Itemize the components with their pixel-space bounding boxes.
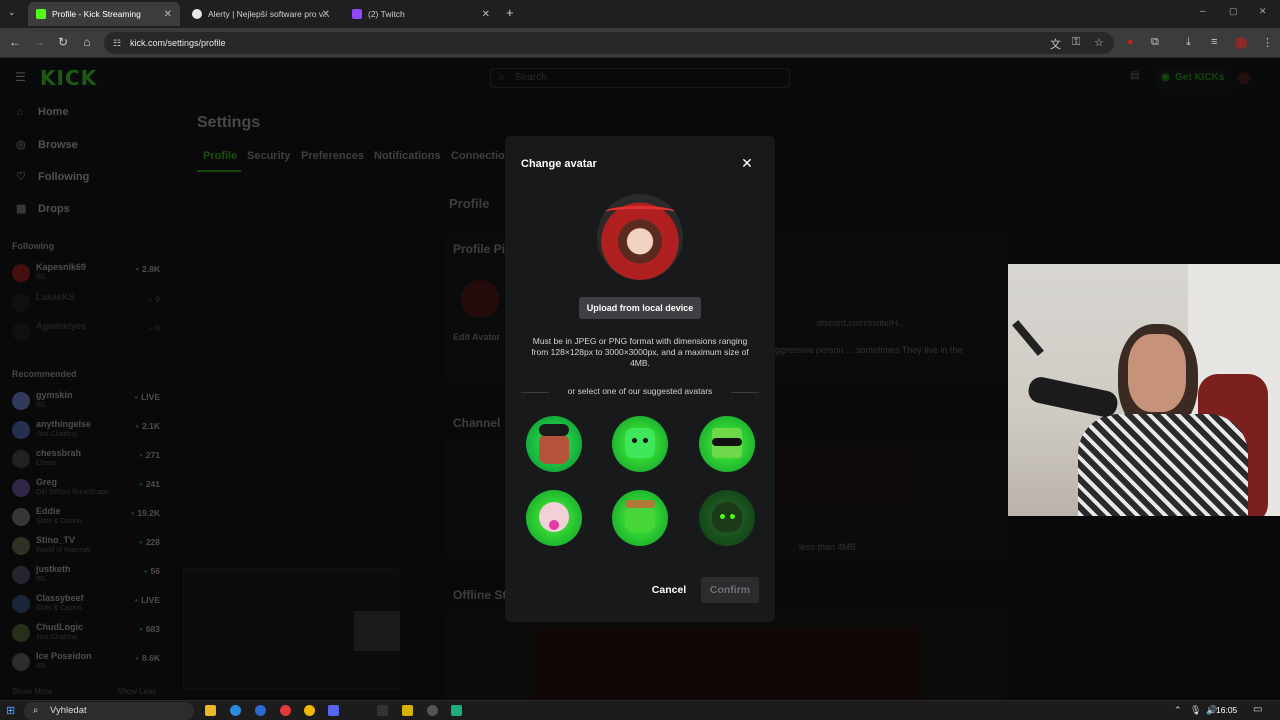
media-controls-icon[interactable]: ≡	[1211, 36, 1217, 48]
url-text: kick.com/settings/profile	[130, 38, 226, 48]
current-avatar-preview	[597, 194, 683, 280]
obs-icon[interactable]	[427, 705, 438, 716]
reload-icon[interactable]: ↻	[55, 35, 71, 49]
avatar-headphone-band	[603, 206, 677, 220]
file-explorer-icon[interactable]	[205, 705, 216, 716]
taskbar-clock[interactable]: 16:05	[1216, 705, 1237, 715]
file-requirements-text: Must be in JPEG or PNG format with dimen…	[531, 336, 749, 368]
tray-chevron-icon[interactable]: ⌃	[1174, 705, 1182, 716]
avatar-eye	[643, 438, 648, 443]
translate-icon[interactable]: 文	[1050, 36, 1061, 52]
browser-toolbar: ← → ↻ ⌂ ☷ kick.com/settings/profile 文 ⚿ …	[0, 28, 1280, 58]
suggested-avatars-label: or select one of our suggested avatars	[567, 386, 713, 396]
webcam-person-face	[1128, 334, 1186, 412]
bookmark-star-icon[interactable]: ☆	[1094, 36, 1104, 49]
webcam-overlay	[1008, 264, 1280, 516]
change-avatar-modal: Change avatar ✕ Upload from local device…	[505, 136, 775, 622]
chrome-icon[interactable]	[304, 705, 315, 716]
tab-list-chevron-icon[interactable]: ⌄	[8, 7, 16, 18]
avatar-nose	[549, 520, 559, 530]
close-tab-icon[interactable]: ✕	[164, 9, 172, 20]
avatar-face	[539, 434, 569, 464]
upload-button[interactable]: Upload from local device	[579, 297, 701, 319]
avatar-cap	[539, 424, 569, 436]
back-icon[interactable]: ←	[7, 35, 23, 49]
avatar-face	[625, 428, 655, 458]
webcam-microphone	[1026, 374, 1120, 420]
avatar-hood	[712, 502, 742, 532]
password-key-icon[interactable]: ⚿	[1072, 36, 1080, 49]
search-icon: ⌕	[33, 705, 39, 716]
new-tab-icon[interactable]: +	[506, 5, 514, 20]
taskbar-search[interactable]: ⌕ Vyhledat	[24, 702, 194, 720]
avatar-eye	[720, 514, 725, 519]
app-icon[interactable]	[402, 705, 413, 716]
home-page-icon[interactable]: ⌂	[79, 35, 95, 49]
url-bar[interactable]: ☷ kick.com/settings/profile	[104, 32, 1114, 54]
suggested-avatar-4[interactable]	[526, 490, 582, 546]
suggested-avatar-6[interactable]	[699, 490, 755, 546]
app-icon[interactable]	[451, 705, 462, 716]
profile-avatar-icon[interactable]	[1235, 37, 1247, 49]
extension-icon[interactable]: ●	[1127, 36, 1134, 48]
microphone-icon[interactable]: 🎙	[1190, 705, 1201, 716]
tab-twitch[interactable]: (2) Twitch ✕	[344, 2, 498, 26]
app-icon[interactable]	[255, 705, 266, 716]
close-tab-icon[interactable]: ✕	[322, 9, 330, 20]
close-window-icon[interactable]: ✕	[1259, 6, 1267, 17]
menu-kebab-icon[interactable]: ⋮	[1262, 36, 1273, 49]
avatar-eye	[632, 438, 637, 443]
site-info-icon[interactable]: ☷	[113, 32, 121, 54]
browser-tab-bar: ⌄ Profile - Kick Streaming ✕ Alerty | Ne…	[0, 0, 1280, 28]
cancel-button[interactable]: Cancel	[645, 577, 693, 603]
alerty-favicon-icon	[192, 9, 202, 19]
minimize-icon[interactable]: –	[1200, 6, 1206, 17]
extensions-puzzle-icon[interactable]: ⧉	[1151, 36, 1159, 49]
kick-favicon-icon	[36, 9, 46, 19]
twitch-favicon-icon	[352, 9, 362, 19]
avatar-visor	[712, 438, 742, 446]
suggested-avatar-5[interactable]	[612, 490, 668, 546]
tab-title: Alerty | Nejlepší software pro v...	[208, 9, 330, 19]
divider	[731, 392, 759, 393]
download-icon[interactable]: ⤓	[1186, 36, 1191, 49]
maximize-icon[interactable]: ▢	[1229, 6, 1238, 17]
suggested-avatar-3[interactable]	[699, 416, 755, 472]
steam-icon[interactable]	[377, 705, 388, 716]
discord-icon[interactable]	[328, 705, 339, 716]
tab-alerty[interactable]: Alerty | Nejlepší software pro v... ✕	[184, 2, 338, 26]
windows-start-icon[interactable]: ⊞	[6, 704, 15, 717]
confirm-button[interactable]: Confirm	[701, 577, 759, 603]
webcam-mic-arm	[1012, 320, 1044, 356]
forward-icon[interactable]: →	[31, 35, 47, 49]
tab-kick[interactable]: Profile - Kick Streaming ✕	[28, 2, 180, 26]
tab-title: (2) Twitch	[368, 9, 405, 19]
opera-icon[interactable]	[280, 705, 291, 716]
modal-title: Change avatar	[521, 158, 597, 170]
avatar-hat	[625, 500, 655, 508]
tab-title: Profile - Kick Streaming	[52, 9, 141, 19]
suggested-avatar-2[interactable]	[612, 416, 668, 472]
edge-icon[interactable]	[230, 705, 241, 716]
close-icon[interactable]: ✕	[739, 155, 755, 171]
avatar-eye	[730, 514, 735, 519]
webcam-person-shirt	[1078, 414, 1248, 516]
close-tab-icon[interactable]: ✕	[482, 9, 490, 20]
windows-taskbar: ⊞ ⌕ Vyhledat ⌃ 🎙 🔊 16:05 ▭	[0, 700, 1280, 720]
notifications-icon[interactable]: ▭	[1253, 704, 1262, 715]
taskbar-search-text: Vyhledat	[50, 705, 87, 716]
suggested-avatar-1[interactable]	[526, 416, 582, 472]
